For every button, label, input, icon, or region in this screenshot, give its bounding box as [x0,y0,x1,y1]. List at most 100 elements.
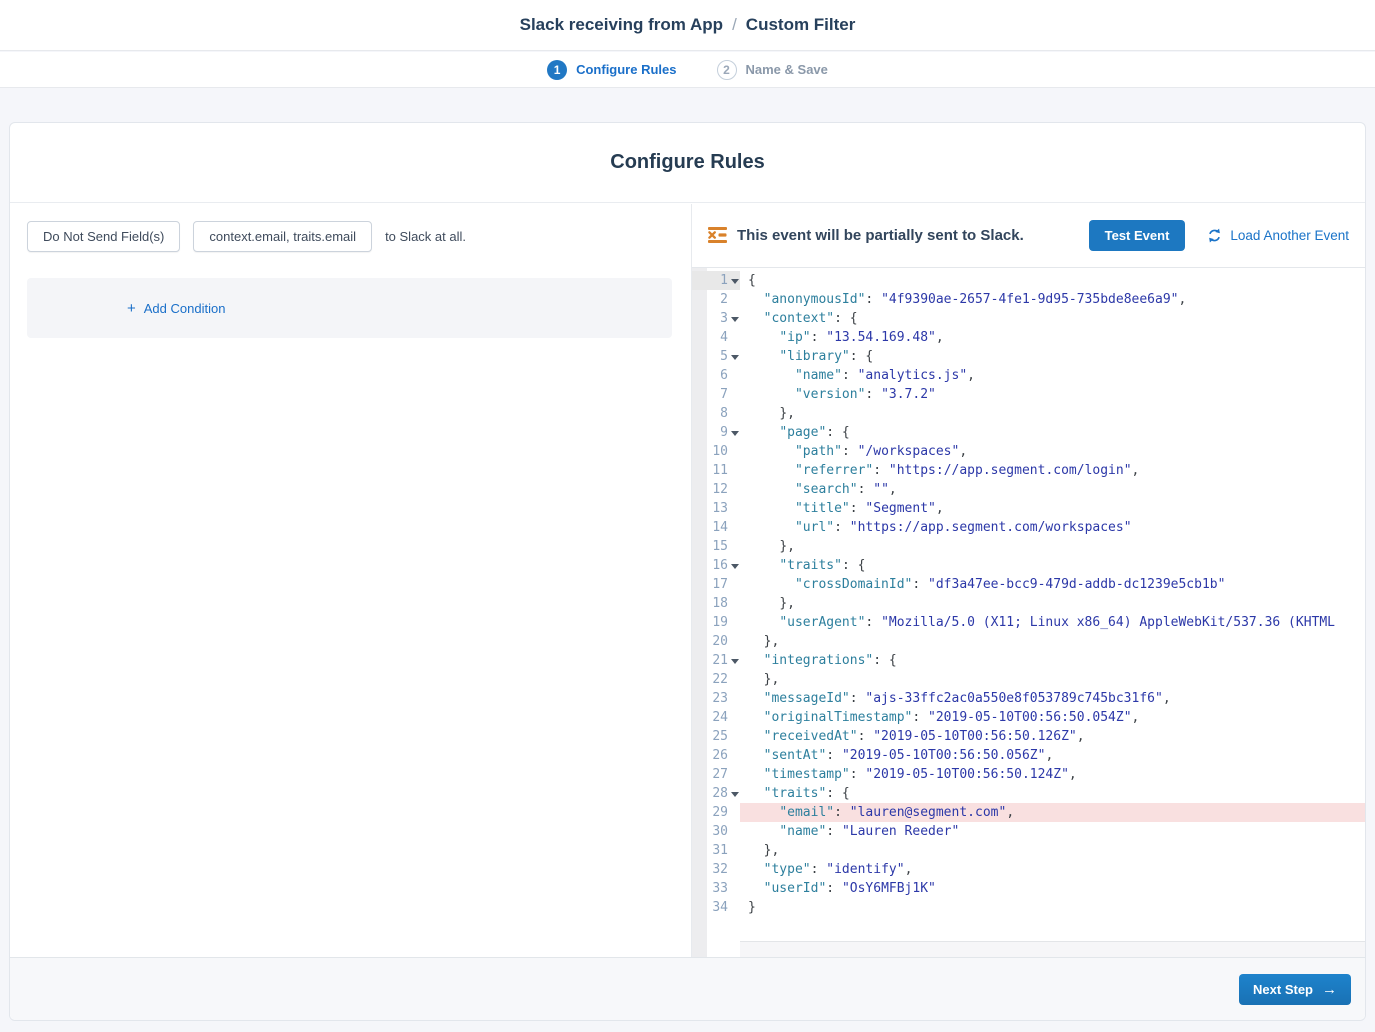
step-2-badge: 2 [717,60,737,80]
editor-line-number: 24 [692,708,740,727]
add-condition-label: Add Condition [144,301,226,316]
editor-line-number: 16 [692,556,740,575]
editor-line: "anonymousId": "4f9390ae-2657-4fe1-9d95-… [740,290,1365,309]
editor-line: }, [740,632,1365,651]
fold-arrow-icon[interactable] [731,659,739,664]
editor-line: { [740,271,1365,290]
editor-code: { "anonymousId": "4f9390ae-2657-4fe1-9d9… [740,268,1365,957]
editor-line: "name": "Lauren Reeder" [740,822,1365,841]
fold-arrow-icon[interactable] [731,279,739,284]
step-1-label: Configure Rules [576,62,676,77]
editor-line: "receivedAt": "2019-05-10T00:56:50.126Z"… [740,727,1365,746]
add-condition-box: + Add Condition [27,278,672,338]
editor-line-number: 11 [692,461,740,480]
editor-line: }, [740,670,1365,689]
preview-status-text: This event will be partially sent to Sla… [737,227,1024,244]
event-preview-panel: This event will be partially sent to Sla… [691,204,1365,957]
editor-line: }, [740,537,1365,556]
editor-line: "context": { [740,309,1365,328]
editor-line: "traits": { [740,784,1365,803]
editor-line-number: 12 [692,480,740,499]
editor-line-number: 9 [692,423,740,442]
editor-line: "userId": "OsY6MFBj1K" [740,879,1365,898]
editor-line-number: 5 [692,347,740,366]
editor-line: "timestamp": "2019-05-10T00:56:50.124Z", [740,765,1365,784]
editor-line: } [740,898,1365,917]
editor-line: "name": "analytics.js", [740,366,1365,385]
editor-line: "version": "3.7.2" [740,385,1365,404]
editor-line: "page": { [740,423,1365,442]
editor-line-number: 22 [692,670,740,689]
editor-line-number: 1 [692,271,740,290]
editor-line: "type": "identify", [740,860,1365,879]
page-title: Configure Rules [610,151,764,174]
editor-line: }, [740,404,1365,423]
editor-line-number: 33 [692,879,740,898]
steps-bar: 1 Configure Rules 2 Name & Save [0,52,1375,88]
partial-send-icon [708,227,727,243]
editor-line-number: 23 [692,689,740,708]
editor-line-number: 21 [692,651,740,670]
editor-line: "integrations": { [740,651,1365,670]
editor-line-number: 3 [692,309,740,328]
editor-line: "search": "", [740,480,1365,499]
editor-line-number: 18 [692,594,740,613]
editor-line-number: 13 [692,499,740,518]
rule-fields-button[interactable]: context.email, traits.email [193,221,372,252]
editor-line-number: 6 [692,366,740,385]
editor-line: "messageId": "ajs-33ffc2ac0a550e8f053789… [740,689,1365,708]
editor-line: "title": "Segment", [740,499,1365,518]
editor-line-number: 34 [692,898,740,917]
card-body: Do Not Send Field(s) context.email, trai… [10,204,1365,957]
rule-action-button[interactable]: Do Not Send Field(s) [27,221,180,252]
step-2-label: Name & Save [746,62,828,77]
editor-line-number: 26 [692,746,740,765]
editor-line: "traits": { [740,556,1365,575]
next-step-label: Next Step [1253,982,1313,997]
editor-line-number: 19 [692,613,740,632]
fold-arrow-icon[interactable] [731,564,739,569]
next-step-button[interactable]: Next Step → [1239,974,1351,1005]
editor-horizontal-scrollbar[interactable] [740,941,1365,957]
editor-line-number: 32 [692,860,740,879]
editor-line-number: 14 [692,518,740,537]
editor-line-number: 10 [692,442,740,461]
test-event-button[interactable]: Test Event [1089,220,1186,251]
breadcrumb-separator: / [732,15,737,35]
rule-builder-panel: Do Not Send Field(s) context.email, trai… [10,204,691,957]
add-condition-button[interactable]: + Add Condition [127,301,225,316]
editor-line-number: 15 [692,537,740,556]
breadcrumb-parent[interactable]: Slack receiving from App [520,15,723,35]
editor-line-number: 30 [692,822,740,841]
step-1-badge: 1 [547,60,567,80]
editor-line-number: 8 [692,404,740,423]
editor-line: "referrer": "https://app.segment.com/log… [740,461,1365,480]
fold-arrow-icon[interactable] [731,355,739,360]
rule-sentence: Do Not Send Field(s) context.email, trai… [27,221,682,252]
editor-line: "userAgent": "Mozilla/5.0 (X11; Linux x8… [740,613,1365,632]
editor-line-number: 28 [692,784,740,803]
editor-line-number: 17 [692,575,740,594]
fold-arrow-icon[interactable] [731,431,739,436]
step-name-and-save[interactable]: 2 Name & Save [717,60,828,80]
load-another-event-button[interactable]: Load Another Event [1207,228,1349,243]
editor-line-number: 20 [692,632,740,651]
editor-line-number: 29 [692,803,740,822]
editor-line: "crossDomainId": "df3a47ee-bcc9-479d-add… [740,575,1365,594]
fold-arrow-icon[interactable] [731,792,739,797]
editor-line-number: 4 [692,328,740,347]
editor-line: }, [740,841,1365,860]
card-header: Configure Rules [10,123,1365,203]
editor-line-highlighted: "email": "lauren@segment.com", [740,803,1365,822]
json-editor[interactable]: 1234567891011121314151617181920212223242… [692,267,1365,957]
editor-line: "url": "https://app.segment.com/workspac… [740,518,1365,537]
editor-line: "ip": "13.54.169.48", [740,328,1365,347]
load-another-event-label: Load Another Event [1230,228,1349,243]
editor-line-number: 7 [692,385,740,404]
editor-line: }, [740,594,1365,613]
editor-line: "path": "/workspaces", [740,442,1365,461]
fold-arrow-icon[interactable] [731,317,739,322]
editor-line-number: 31 [692,841,740,860]
editor-line-number: 27 [692,765,740,784]
step-configure-rules[interactable]: 1 Configure Rules [547,60,676,80]
